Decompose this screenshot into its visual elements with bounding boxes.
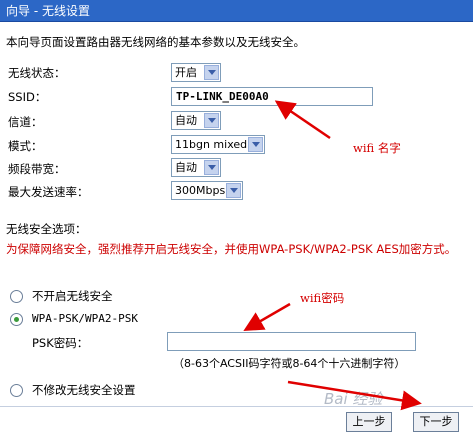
max-rate-select[interactable]: 300Mbps bbox=[171, 181, 243, 200]
bandwidth-value: 自动 bbox=[175, 161, 197, 174]
chevron-down-icon bbox=[204, 113, 219, 128]
ssid-label: SSID： bbox=[8, 90, 47, 104]
baidu-watermark: Bai 经验 bbox=[324, 390, 383, 408]
bandwidth-label: 频段带宽： bbox=[8, 162, 66, 176]
next-button[interactable]: 下一步 bbox=[413, 412, 459, 432]
channel-value: 自动 bbox=[175, 114, 197, 127]
chevron-down-icon bbox=[204, 160, 219, 175]
security-title: 无线安全选项： bbox=[6, 222, 87, 236]
chevron-down-icon bbox=[248, 137, 263, 152]
annotation-wifi-password: wifi密码 bbox=[300, 291, 345, 305]
radio-keep-security[interactable] bbox=[10, 384, 23, 397]
arrow-to-psk bbox=[243, 302, 291, 332]
wpa-psk-label: WPA-PSK/WPA2-PSK bbox=[32, 312, 138, 325]
mode-value: 11bgn mixed bbox=[175, 138, 248, 151]
page-title: 向导 - 无线设置 bbox=[6, 4, 90, 18]
wireless-status-select[interactable]: 开启 bbox=[171, 63, 221, 82]
title-bar: 向导 - 无线设置 bbox=[0, 0, 473, 22]
chevron-down-icon bbox=[226, 183, 241, 198]
keep-security-label: 不修改无线安全设置 bbox=[32, 383, 136, 397]
annotation-wifi-name: wifi 名字 bbox=[353, 141, 401, 155]
prev-button[interactable]: 上一步 bbox=[346, 412, 392, 432]
ssid-input[interactable]: TP-LINK_DE00A0 bbox=[171, 87, 373, 106]
psk-label: PSK密码： bbox=[32, 336, 89, 350]
arrow-to-ssid bbox=[274, 100, 331, 140]
ssid-value: TP-LINK_DE00A0 bbox=[176, 90, 269, 103]
psk-hint: （8-63个ACSII码字符或8-64个十六进制字符） bbox=[173, 357, 406, 370]
channel-select[interactable]: 自动 bbox=[171, 111, 221, 130]
radio-wpa-psk[interactable] bbox=[10, 313, 23, 326]
intro-text: 本向导页面设置路由器无线网络的基本参数以及无线安全。 bbox=[6, 35, 305, 49]
channel-label: 信道： bbox=[8, 115, 43, 129]
no-security-label: 不开启无线安全 bbox=[32, 289, 113, 303]
security-warning: 为保障网络安全，强烈推荐开启无线安全，并使用WPA-PSK/WPA2-PSK A… bbox=[6, 242, 457, 256]
divider bbox=[0, 406, 473, 407]
mode-select[interactable]: 11bgn mixed bbox=[171, 135, 265, 154]
radio-no-security[interactable] bbox=[10, 290, 23, 303]
chevron-down-icon bbox=[204, 65, 219, 80]
mode-label: 模式： bbox=[8, 139, 43, 153]
psk-password-input[interactable] bbox=[167, 332, 416, 351]
max-rate-value: 300Mbps bbox=[175, 184, 226, 197]
wireless-status-label: 无线状态： bbox=[8, 66, 66, 80]
wireless-status-value: 开启 bbox=[175, 66, 197, 79]
max-rate-label: 最大发送速率： bbox=[8, 185, 89, 199]
bandwidth-select[interactable]: 自动 bbox=[171, 158, 221, 177]
